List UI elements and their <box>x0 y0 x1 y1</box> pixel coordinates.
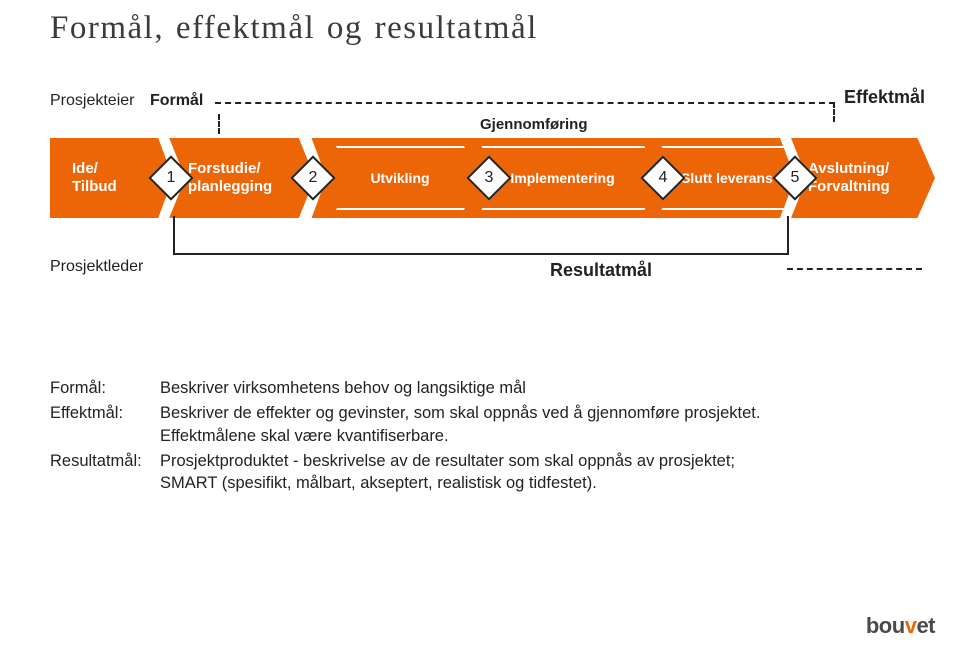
subphase-utvikling: Utvikling <box>320 146 480 210</box>
phase-label: Forstudie/ planlegging <box>188 160 272 196</box>
project-leader-row: Prosjektleder Resultatmål <box>50 248 930 308</box>
subphase-label: Utvikling <box>370 170 429 186</box>
page-title: Formål, effektmål og resultatmål <box>50 10 930 47</box>
dashed-connector-right <box>833 102 835 122</box>
def-term: Effektmål: <box>50 402 160 447</box>
bracket-right-vertical <box>787 216 789 254</box>
bouvet-logo: bouvet <box>866 613 935 639</box>
definitions-block: Formål: Beskriver virksomhetens behov og… <box>50 377 930 494</box>
def-text-line1: Prosjektproduktet - beskrivelse av de re… <box>160 452 735 470</box>
def-text-line1: Beskriver de effekter og gevinster, som … <box>160 404 760 422</box>
phase1-line2: Tilbud <box>72 178 117 195</box>
definition-effektmal: Effektmål: Beskriver de effekter og gevi… <box>50 402 930 447</box>
milestone-number: 2 <box>309 169 318 187</box>
phase5-line1: Avslutning/ <box>808 160 889 177</box>
definition-formal: Formål: Beskriver virksomhetens behov og… <box>50 377 930 399</box>
def-text-line2: SMART (spesifikt, målbart, akseptert, re… <box>160 474 597 492</box>
owner-end-goal-label: Effektmål <box>844 87 925 108</box>
logo-accent: v <box>905 613 917 638</box>
leader-role-label: Prosjektleder <box>50 258 143 276</box>
phase1-line1: Ide/ <box>72 160 98 177</box>
owner-start-goal-label: Formål <box>150 92 203 110</box>
def-term: Formål: <box>50 377 160 399</box>
logo-part: bou <box>866 613 905 638</box>
def-text: Prosjektproduktet - beskrivelse av de re… <box>160 450 930 495</box>
bracket-horizontal <box>173 253 789 255</box>
dashed-line-right <box>787 268 922 270</box>
milestone-number: 3 <box>485 169 494 187</box>
phase-gjennomforing-header: Gjennomføring <box>480 116 588 133</box>
phase-label: Ide/ Tilbud <box>72 160 117 196</box>
process-diagram: Prosjekteier Formål Effektmål Ide/ Tilbu… <box>50 92 930 342</box>
def-text: Beskriver virksomhetens behov og langsik… <box>160 377 930 399</box>
phase5-line2: Forvaltning <box>808 178 890 195</box>
subphase-label: Implementering <box>510 170 614 186</box>
dashed-line-top <box>215 102 835 104</box>
process-flow: Ide/ Tilbud Forstudie/ planlegging Gjenn… <box>50 138 930 218</box>
dashed-connector-left <box>218 114 220 134</box>
definition-resultatmal: Resultatmål: Prosjektproduktet - beskriv… <box>50 450 930 495</box>
def-text: Beskriver de effekter og gevinster, som … <box>160 402 930 447</box>
milestone-number: 1 <box>167 169 176 187</box>
def-text-line2: Effektmålene skal være kvantifiserbare. <box>160 427 449 445</box>
milestone-number: 5 <box>791 169 800 187</box>
phase-label: Avslutning/ Forvaltning <box>808 160 890 196</box>
bracket-left-vertical <box>173 216 175 254</box>
phase2-line2: planlegging <box>188 178 272 195</box>
milestone-number: 4 <box>659 169 668 187</box>
logo-part: et <box>916 613 935 638</box>
leader-goal-label: Resultatmål <box>550 260 652 281</box>
owner-role-label: Prosjekteier <box>50 92 134 110</box>
phase2-line1: Forstudie/ <box>188 160 261 177</box>
def-term: Resultatmål: <box>50 450 160 495</box>
subphase-label: Slutt leverans <box>681 170 773 186</box>
phase-gjennomforing-container: Utvikling Implementering Slutt leverans <box>295 138 795 218</box>
